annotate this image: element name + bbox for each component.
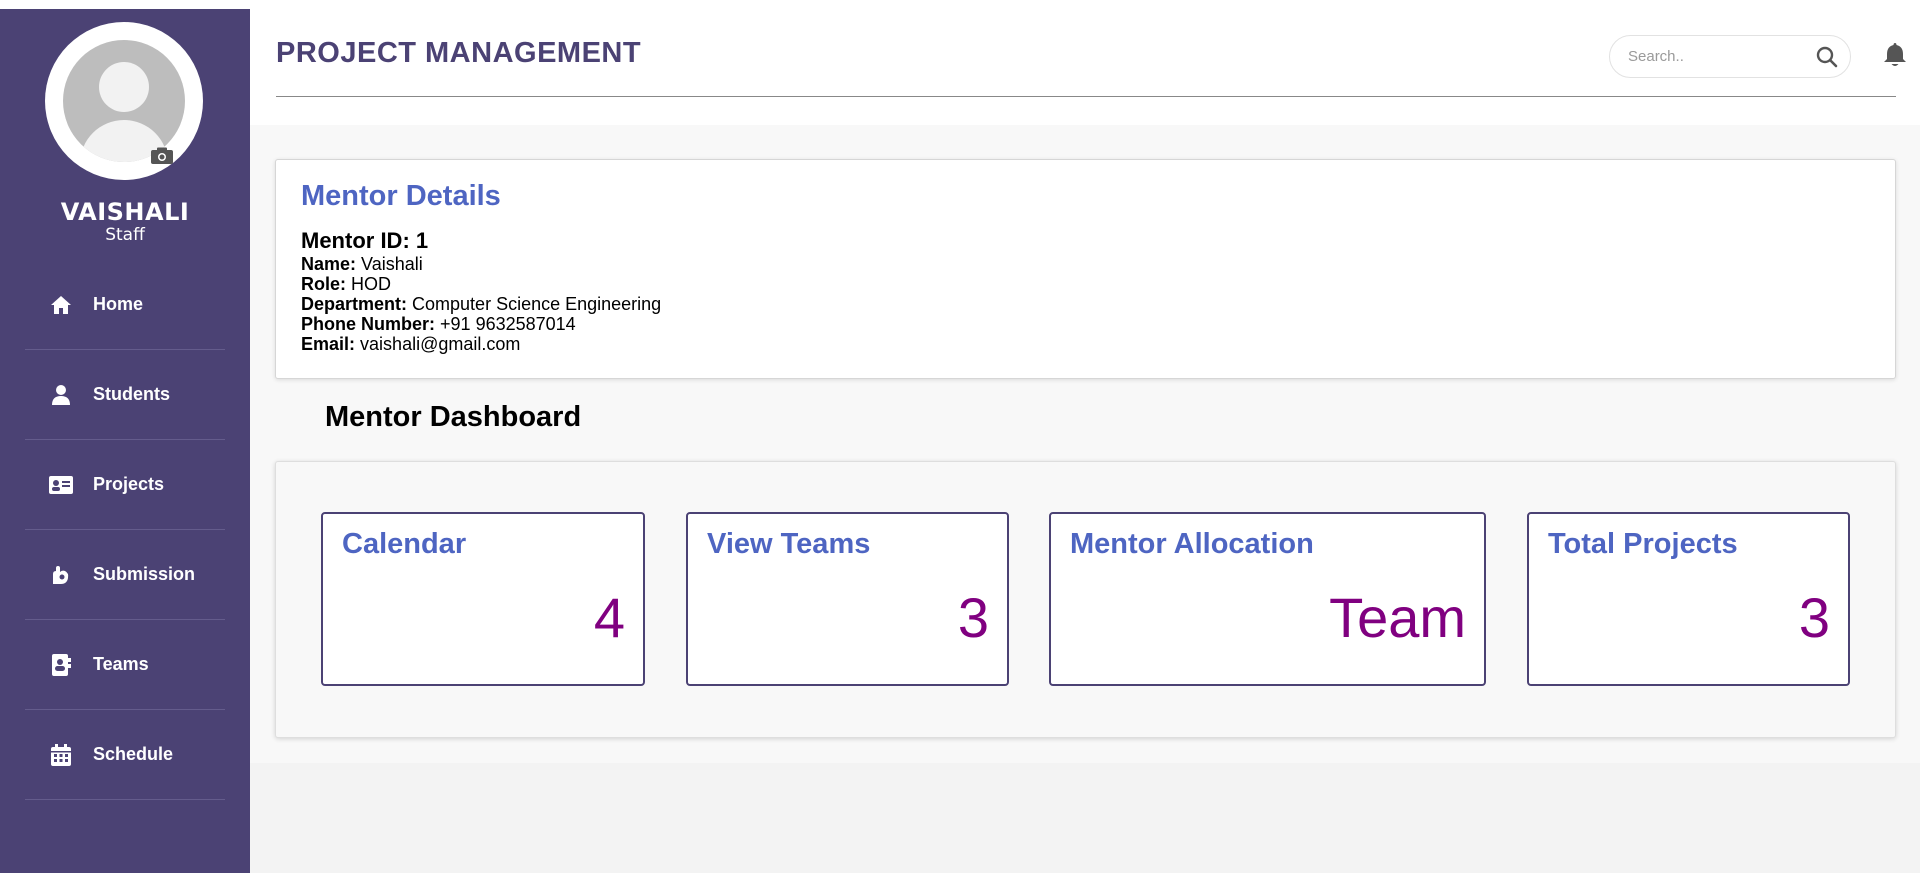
sidebar-item-label: Students: [93, 384, 171, 404]
mentor-email: Email: vaishali@gmail.com: [301, 334, 520, 354]
tile-mentor-allocation[interactable]: Mentor Allocation Team: [1049, 512, 1486, 686]
sidebar-item-projects[interactable]: Projects: [25, 440, 225, 530]
id-card-icon: [49, 473, 73, 497]
mentor-department-value: Computer Science Engineering: [412, 294, 662, 314]
mentor-email-label: Email:: [301, 334, 356, 354]
sidebar-item-label: Home: [93, 294, 144, 314]
mentor-email-value: vaishali@gmail.com: [360, 334, 521, 354]
tile-view-teams[interactable]: View Teams 3: [686, 512, 1009, 686]
top-header: PROJECT MANAGEMENT: [250, 9, 1920, 125]
tile-value: Team: [1329, 586, 1466, 649]
tile-calendar[interactable]: Calendar 4: [321, 512, 645, 686]
sidebar-item-teams[interactable]: Teams: [25, 620, 225, 710]
tile-title: Calendar: [342, 528, 467, 560]
tile-value: 3: [1798, 586, 1830, 649]
mentor-role-value: HOD: [351, 274, 392, 294]
address-book-icon: [49, 653, 73, 677]
avatar-placeholder-icon: [63, 40, 185, 162]
sidebar-item-label: Schedule: [93, 744, 174, 764]
tile-title: Mentor Allocation: [1070, 528, 1314, 560]
sidebar-item-schedule[interactable]: Schedule: [25, 710, 225, 800]
mentor-phone-label: Phone Number:: [301, 314, 436, 334]
sidebar-nav: Home Students Projects Submission Teams: [25, 260, 225, 800]
sidebar-item-label: Submission: [93, 564, 196, 584]
header-divider: [276, 96, 1896, 97]
mentor-id: Mentor ID: 1: [301, 228, 429, 253]
mentor-phone-value: +91 9632587014: [440, 314, 576, 334]
tile-title: View Teams: [707, 528, 871, 560]
top-strip: [0, 0, 1920, 9]
mentor-name: Name: Vaishali: [301, 254, 423, 274]
mentor-department: Department: Computer Science Engineering: [301, 294, 661, 314]
mentor-department-label: Department:: [301, 294, 408, 314]
profile-avatar[interactable]: [45, 22, 203, 180]
mentor-role-label: Role:: [301, 274, 346, 294]
main-content: Mentor Details Mentor ID: 1 Name: Vaisha…: [250, 125, 1920, 763]
sidebar-item-label: Teams: [93, 654, 149, 674]
search-input[interactable]: [1628, 48, 1818, 65]
tile-title: Total Projects: [1548, 528, 1738, 560]
tile-value: 4: [593, 586, 625, 649]
mentor-details-card: Mentor Details Mentor ID: 1 Name: Vaisha…: [275, 159, 1896, 379]
mentor-details-heading: Mentor Details: [301, 180, 501, 212]
dashboard-panel: Calendar 4 View Teams 3 Mentor Allocatio…: [275, 461, 1896, 738]
search-icon[interactable]: [1816, 46, 1838, 68]
user-icon: [49, 383, 73, 407]
search-box: [1609, 35, 1851, 78]
sidebar-item-label: Projects: [93, 474, 165, 494]
sidebar-item-home[interactable]: Home: [25, 260, 225, 350]
user-role: Staff: [105, 225, 145, 245]
sidebar-item-students[interactable]: Students: [25, 350, 225, 440]
page-title: PROJECT MANAGEMENT: [276, 37, 642, 69]
sidebar-item-submission[interactable]: Submission: [25, 530, 225, 620]
dashboard-title: Mentor Dashboard: [325, 401, 582, 433]
mentor-phone: Phone Number: +91 9632587014: [301, 314, 576, 334]
tile-total-projects[interactable]: Total Projects 3: [1527, 512, 1850, 686]
home-icon: [49, 293, 73, 317]
sidebar: VAISHALI Staff Home Students Projects Su…: [0, 9, 250, 873]
user-name: VAISHALI: [60, 198, 190, 226]
tile-value: 3: [957, 586, 989, 649]
hand-paper-icon: [49, 563, 73, 587]
bell-icon[interactable]: [1883, 42, 1907, 68]
camera-icon[interactable]: [150, 147, 174, 165]
mentor-name-label: Name:: [301, 254, 357, 274]
mentor-role: Role: HOD: [301, 274, 391, 294]
mentor-name-value: Vaishali: [361, 254, 423, 274]
calendar-icon: [49, 743, 73, 767]
